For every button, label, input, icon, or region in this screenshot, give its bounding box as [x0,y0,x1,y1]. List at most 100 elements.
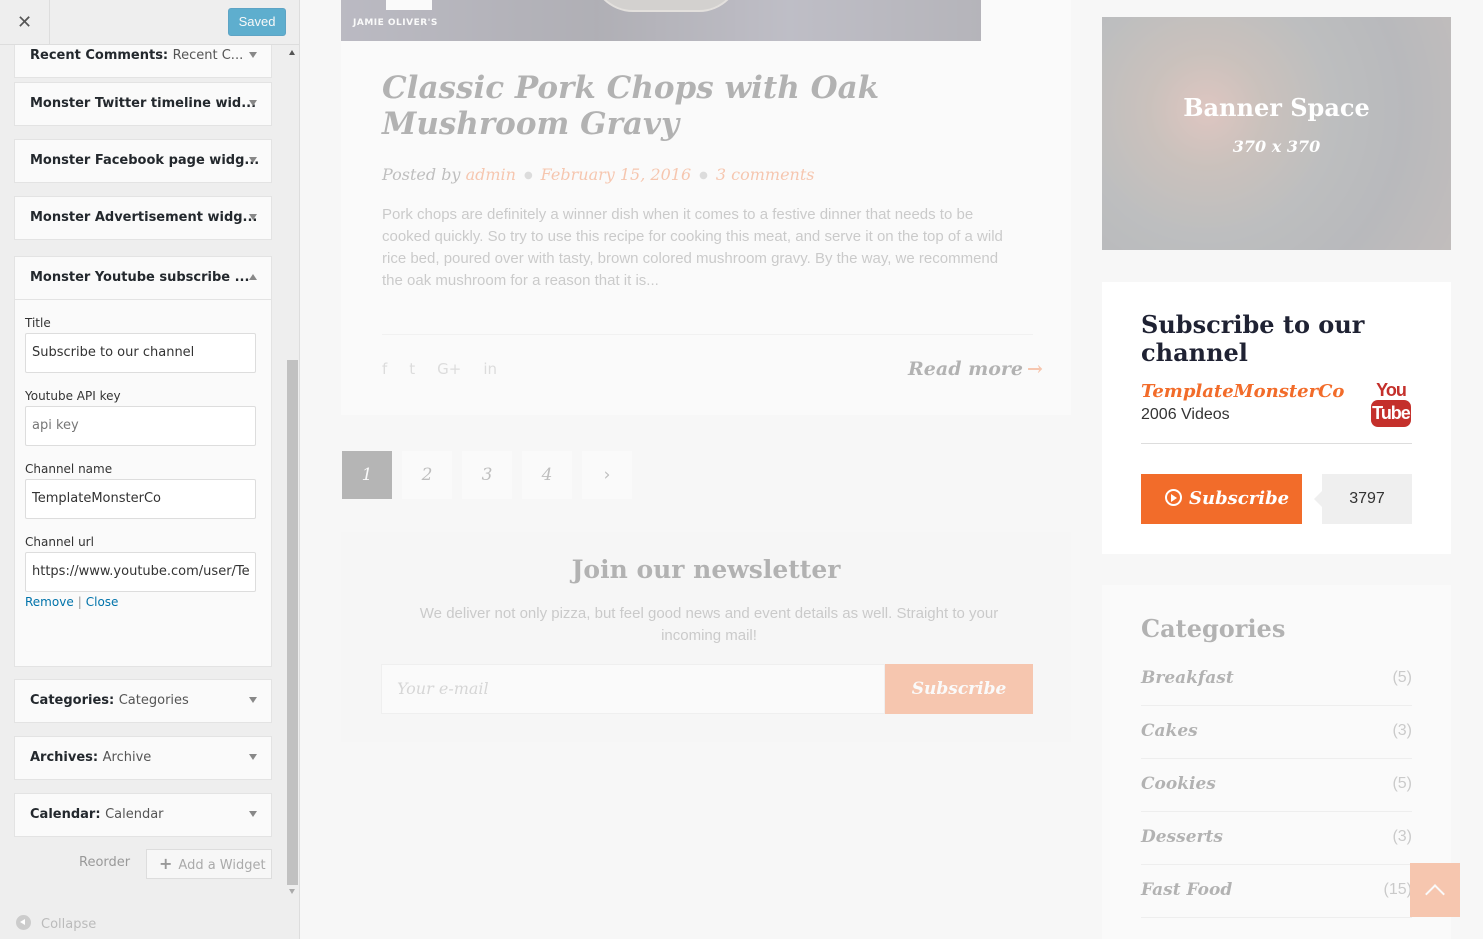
chevron-down-icon[interactable] [249,754,257,760]
category-item[interactable]: Desserts (3) [1141,812,1412,865]
youtube-logo-you: You [1376,380,1407,400]
close-customizer-button[interactable]: ✕ [0,0,50,45]
chevron-up-icon [1425,884,1445,904]
sidebar-scrollbar-thumb[interactable] [287,360,298,885]
banner-title: Banner Space [1183,93,1370,122]
post-image[interactable]: JAMIE OLIVER'S [341,0,981,41]
widget-recent-comments[interactable]: Recent Comments: Recent C... [14,45,272,78]
category-count: (5) [1392,775,1412,792]
youtube-subscribe-button[interactable]: Subscribe [1141,474,1302,524]
collapse-icon [16,915,31,930]
title-field-label: Title [25,316,51,330]
page-1-button[interactable]: 1 [342,451,392,499]
youtube-widget-title: Subscribe to our channel [1141,310,1365,367]
facebook-icon[interactable]: f [382,360,387,378]
add-widget-label: Add a Widget [178,858,266,873]
category-name: Breakfast [1141,668,1234,688]
chevron-down-icon[interactable] [249,214,257,220]
divider [382,334,1033,335]
widget-title: Archives: [30,750,99,765]
collapse-button[interactable]: Collapse [16,915,96,932]
post-date[interactable]: February 15, 2016 [541,165,691,184]
chevron-up-icon[interactable] [249,274,257,280]
saved-button[interactable]: Saved [228,8,286,36]
categories-title: Categories [1141,614,1286,643]
api-key-input[interactable]: api key [25,406,256,446]
google-plus-icon[interactable]: G+ [437,360,461,378]
plate-image [591,0,741,12]
widget-monster-twitter[interactable]: Monster Twitter timeline wid... [14,82,272,126]
play-circle-icon [1165,489,1182,506]
widget-categories[interactable]: Categories: Categories [14,679,272,723]
chevron-down-icon[interactable] [249,52,257,58]
category-count: (3) [1392,828,1412,845]
twitter-icon[interactable]: t [409,360,415,378]
add-widget-button[interactable]: + Add a Widget [146,849,272,879]
widget-title: Monster Youtube subscribe ... [30,270,250,285]
youtube-logo-tube: Tube [1371,400,1411,427]
widget-monster-facebook[interactable]: Monster Facebook page widg... [14,139,272,183]
meta-dot: ● [699,170,708,181]
widget-calendar[interactable]: Calendar: Calendar [14,793,272,837]
image-caption: JAMIE OLIVER'S [353,18,438,28]
widget-subtitle: Archive [102,750,152,765]
chevron-down-icon[interactable] [249,811,257,817]
page-3-button[interactable]: 3 [462,451,512,499]
widget-header[interactable]: Monster Youtube subscribe ... [15,257,271,300]
next-page-button[interactable]: › [582,451,632,499]
scroll-up-arrow-icon[interactable] [289,50,295,55]
widget-title: Recent Comments: [30,48,169,63]
youtube-channel-name[interactable]: TemplateMonsterCo [1141,381,1344,402]
widget-archives[interactable]: Archives: Archive [14,736,272,780]
chevron-down-icon[interactable] [249,157,257,163]
reorder-link[interactable]: Reorder [79,855,130,870]
plus-icon: + [159,854,173,873]
channel-url-input[interactable]: https://www.youtube.com/user/Te [25,552,256,592]
youtube-logo-icon[interactable]: You Tube [1370,380,1412,428]
comments-link[interactable]: 3 comments [716,165,815,184]
customizer-header: ✕ Saved [0,0,299,45]
widget-subtitle: Recent C... [172,48,244,63]
category-item[interactable]: Breakfast (5) [1141,653,1412,706]
back-to-top-button[interactable] [1410,863,1460,917]
page-2-button[interactable]: 2 [402,451,452,499]
category-item[interactable]: Cookies (5) [1141,759,1412,812]
chevron-down-icon[interactable] [249,100,257,106]
chevron-down-icon[interactable] [249,697,257,703]
category-item[interactable]: Cakes (3) [1141,706,1412,759]
category-item[interactable]: Fast Food (15) [1141,865,1412,918]
widgets-panel: Recent Comments: Recent C... Monster Twi… [0,45,286,939]
customizer-sidebar: ✕ Saved Recent Comments: Recent C... Mon… [0,0,300,939]
widget-title: Calendar: [30,807,101,822]
widget-monster-advertisement[interactable]: Monster Advertisement widg... [14,196,272,240]
channel-name-input[interactable]: TemplateMonsterCo [25,479,256,519]
widget-monster-youtube-expanded: Monster Youtube subscribe ... Title Subs… [14,256,272,667]
category-name: Desserts [1141,827,1223,847]
category-count: (3) [1392,722,1412,739]
newsletter-text: We deliver not only pizza, but feel good… [419,605,999,644]
widget-subtitle: Categories [118,693,189,708]
widget-title: Monster Facebook page widg... [30,153,260,168]
author-link[interactable]: admin [466,165,516,184]
close-link[interactable]: Close [86,595,119,609]
linkedin-icon[interactable]: in [483,360,497,378]
channel-url-field-label: Channel url [25,535,94,549]
read-more-link[interactable]: Read more → [908,358,1043,380]
post-meta: Posted by admin ● February 15, 2016 ● 3 comm… [382,165,814,184]
post-excerpt: Pork chops are definitely a winner dish … [382,206,1003,289]
category-name: Cookies [1141,774,1216,794]
widget-title: Monster Advertisement widg... [30,210,258,225]
remove-link[interactable]: Remove [25,595,74,609]
title-input[interactable]: Subscribe to our channel [25,333,256,373]
widget-title: Categories: [30,693,115,708]
collapse-label: Collapse [41,917,97,932]
post-title[interactable]: Classic Pork Chops with Oak Mushroom Gra… [382,70,1022,142]
newsletter-subscribe-button[interactable]: Subscribe [885,664,1033,714]
scroll-down-arrow-icon[interactable] [289,889,295,894]
newsletter-title: Join our newsletter [571,555,841,584]
newsletter-email-input[interactable]: Your e-mail [381,664,885,714]
category-name: Fast Food [1141,880,1233,900]
page-4-button[interactable]: 4 [522,451,572,499]
arrow-right-icon: → [1026,358,1043,380]
share-icons: f t G+ in [382,360,519,378]
